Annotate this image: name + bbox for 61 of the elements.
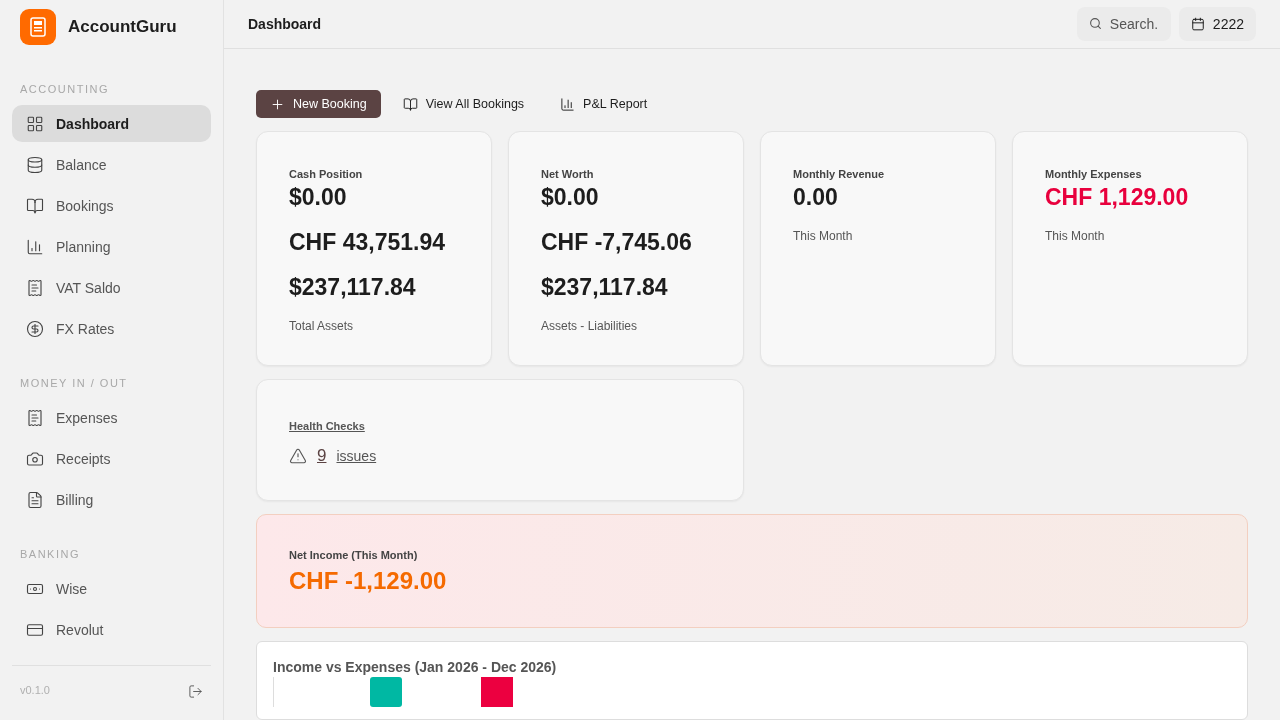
card-label: Monthly Revenue (793, 168, 886, 180)
card-label: Net Worth (541, 168, 595, 180)
nav-item[interactable]: FX Rates (12, 310, 211, 347)
nav-item[interactable]: Dashboard (12, 105, 211, 142)
card-value: CHF 1,129.00 (1045, 184, 1190, 211)
search-icon (1088, 17, 1102, 30)
nav-item[interactable]: Bookings (12, 187, 211, 224)
card-value: $0.00 (289, 184, 348, 211)
receipt-icon (26, 278, 44, 297)
app-name: AccountGuru (68, 16, 177, 37)
card-value: $237,117.84 (289, 274, 417, 301)
chart-title: Income vs Expenses (Jan 2026 - Dec 2026) (273, 659, 558, 675)
document-icon (26, 490, 44, 509)
warning-icon (289, 447, 307, 465)
card-caption: This Month (1045, 229, 1106, 243)
card-label: Monthly Expenses (1045, 168, 1143, 180)
bar-chart-icon (560, 96, 576, 112)
health-checks-link[interactable]: Health Checks (289, 420, 365, 432)
card-caption: This Month (793, 229, 854, 243)
card-value: $237,117.84 (541, 274, 669, 301)
issue-count-link[interactable]: 9 (317, 446, 327, 466)
card-value: $0.00 (541, 184, 600, 211)
card-label: Net Income (This Month) (289, 549, 419, 561)
nav-item[interactable]: Expenses (12, 399, 211, 436)
receipt-icon (26, 408, 44, 427)
nav-item[interactable]: Planning (12, 228, 211, 265)
card-value: CHF -7,745.06 (541, 229, 693, 256)
action-button[interactable]: P&L Report (546, 90, 662, 118)
calendar-icon (1190, 17, 1205, 31)
action-button[interactable]: New Booking (256, 90, 381, 118)
section-heading: ACCOUNTING (19, 83, 110, 95)
camera-icon (26, 449, 44, 468)
issues-link[interactable]: issues (336, 448, 377, 464)
card-value: CHF 43,751.94 (289, 229, 446, 256)
bar-chart-icon (26, 237, 44, 256)
book-icon (26, 196, 44, 215)
nav-item[interactable]: Revolut (12, 611, 211, 648)
nav-item[interactable]: VAT Saldo (12, 269, 211, 306)
action-button[interactable]: View All Bookings (388, 90, 539, 118)
card-value: 0.00 (793, 184, 839, 211)
card-label: Cash Position (289, 168, 364, 180)
nav-item[interactable]: Billing (12, 481, 211, 518)
year-button[interactable]: 2222 (1178, 7, 1256, 41)
net-income-value: CHF -1,129.00 (289, 567, 448, 595)
logout-icon[interactable] (188, 684, 203, 699)
calculator-logo-icon (20, 8, 56, 45)
database-icon (26, 155, 44, 174)
plus-icon (270, 96, 285, 112)
search-field[interactable]: Search. (1076, 7, 1171, 41)
card-caption: Total Assets (289, 319, 355, 333)
nav-item[interactable]: Wise (12, 570, 211, 607)
section-heading: MONEY IN / OUT (19, 377, 129, 389)
nav-item[interactable]: Receipts (12, 440, 211, 477)
grid-icon (26, 114, 44, 133)
book-icon (402, 96, 418, 112)
dollar-icon (26, 319, 44, 338)
section-heading: BANKING (19, 548, 81, 560)
nav-item[interactable]: Balance (12, 146, 211, 183)
page-title: Dashboard (248, 16, 322, 32)
version-label: v0.1.0 (20, 684, 50, 696)
card-caption: Assets - Liabilities (541, 319, 639, 333)
